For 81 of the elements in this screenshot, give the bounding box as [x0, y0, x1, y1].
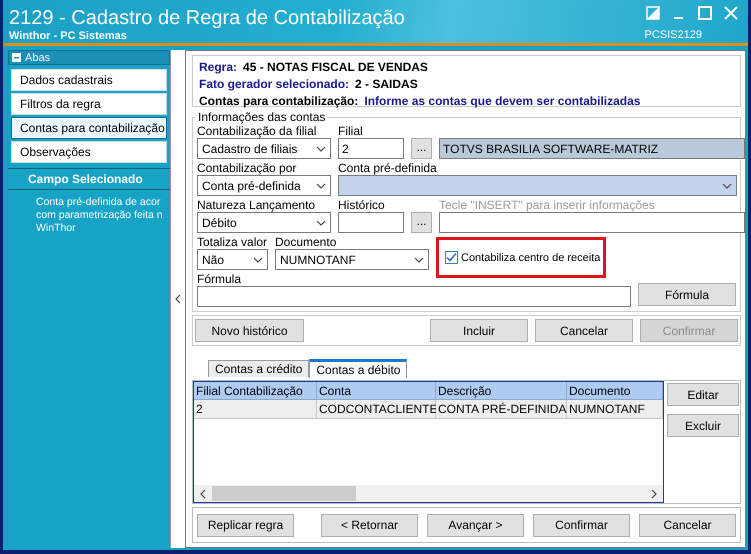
window-subtitle: Winthor - PC Sistemas [9, 30, 128, 42]
footer-button[interactable]: Avançar > [427, 514, 524, 536]
field-label: Filial [338, 124, 364, 138]
chevron-down-icon [316, 180, 326, 190]
info-label: Fato gerador selecionado: [199, 76, 350, 92]
splitter[interactable] [170, 50, 185, 548]
maximize-icon[interactable] [698, 6, 712, 20]
description-line: Conta pré-definida de acor [36, 196, 160, 209]
chevron-down-icon [253, 254, 263, 264]
collapse-icon[interactable] [12, 53, 21, 62]
entry-type-dropdown[interactable]: Débito [197, 212, 331, 233]
action-button[interactable]: Novo histórico [195, 319, 304, 342]
field-label: Documento [275, 235, 338, 249]
branch-mode-dropdown[interactable]: Cadastro de filiais [197, 138, 331, 159]
field-label: Fórmula [197, 272, 242, 286]
group-title: Informações das contas [197, 110, 326, 124]
table-cell: CODCONTACLIENTE [317, 400, 436, 419]
description-line: WinThor [36, 222, 76, 235]
table-cell: 2 [194, 400, 317, 419]
history-input[interactable] [338, 212, 404, 233]
sidebar-item[interactable]: Observações [11, 141, 167, 163]
footer-button[interactable]: Cancelar [639, 514, 736, 536]
field-label: Natureza Lançamento [197, 198, 316, 212]
info-label: Regra: [199, 59, 238, 75]
footer-button[interactable]: Replicar regra [197, 514, 294, 536]
horizontal-scrollbar[interactable] [194, 485, 663, 502]
chevron-left-icon [173, 294, 183, 304]
footer-button[interactable]: < Retornar [321, 514, 418, 536]
column-header[interactable]: Descrição [436, 382, 567, 400]
field-label: Contabilização por [197, 161, 298, 175]
table-cell: CONTA PRÉ-DEFINIDA [436, 400, 567, 419]
document-dropdown[interactable]: NUMNOTANF [275, 249, 429, 270]
chevron-down-icon [316, 218, 326, 228]
field-label: Totaliza valor [197, 235, 268, 249]
branch-input[interactable]: 2 [338, 138, 404, 159]
chevron-left-icon [198, 488, 208, 498]
hint-text: Tecle "INSERT" para inserir informações [439, 198, 656, 212]
close-icon[interactable] [724, 6, 738, 20]
restore-icon[interactable] [646, 6, 660, 20]
action-button[interactable]: Cancelar [535, 319, 633, 342]
field-label: Histórico [338, 198, 386, 212]
info-value: Informe as contas que devem ser contabilizadas [364, 93, 640, 109]
program-code: PCSIS2129 [644, 29, 703, 41]
info-label: Contas para contabilização: [199, 93, 358, 109]
table-cell: NUMNOTANF [567, 400, 663, 419]
action-button[interactable]: Incluir [430, 319, 528, 342]
checkbox-label: Contabiliza centro de receita [461, 250, 600, 264]
sidebar-item[interactable]: Contas para contabilização [11, 117, 167, 139]
info-value: 45 - NOTAS FISCAL DE VENDAS [243, 59, 428, 75]
sidebar-item[interactable]: Dados cadastrais [11, 69, 167, 91]
info-value: 2 - SAIDAS [355, 76, 418, 92]
tab[interactable]: Contas a débito [309, 359, 408, 378]
footer-button[interactable]: Confirmar [533, 514, 630, 536]
chevron-down-icon [414, 254, 424, 264]
chevron-right-icon [649, 488, 659, 498]
field-label: Conta pré-definida [338, 161, 438, 175]
checkbox[interactable] [445, 251, 458, 264]
field-label: Contabilização da filial [197, 124, 318, 138]
column-header[interactable]: Filial Contabilização [194, 382, 317, 400]
sidebar-item[interactable]: Filtros da regra [11, 93, 167, 115]
accounting-by-dropdown[interactable]: Conta pré-definida [197, 175, 331, 196]
window-title: 2129 - Cadastro de Regra de Contabilização [9, 6, 405, 30]
section-label: Abas [25, 52, 50, 64]
side-button[interactable]: Editar [667, 383, 739, 406]
formula-button[interactable]: Fórmula [638, 283, 736, 306]
side-button[interactable]: Excluir [667, 414, 739, 437]
tabs-section-header[interactable]: Abas [8, 50, 170, 65]
column-header[interactable]: Documento [567, 382, 663, 400]
lookup-button[interactable]: ... [411, 138, 432, 159]
branch-name-field: TOTVS BRASILIA SOFTWARE-MATRIZ [439, 138, 745, 159]
history-text-field[interactable] [439, 212, 745, 233]
chevron-down-icon [316, 144, 326, 154]
lookup-button[interactable]: ... [411, 212, 432, 233]
chevron-down-icon [722, 180, 732, 190]
account-dropdown[interactable] [338, 175, 737, 196]
tab[interactable]: Contas a crédito [208, 360, 310, 377]
formula-field[interactable] [197, 286, 631, 307]
total-dropdown[interactable]: Não [197, 249, 268, 270]
section-title: Campo Selecionado [8, 168, 170, 190]
description-line: com parametrização feita n [36, 209, 163, 222]
column-header[interactable]: Conta [317, 382, 436, 400]
